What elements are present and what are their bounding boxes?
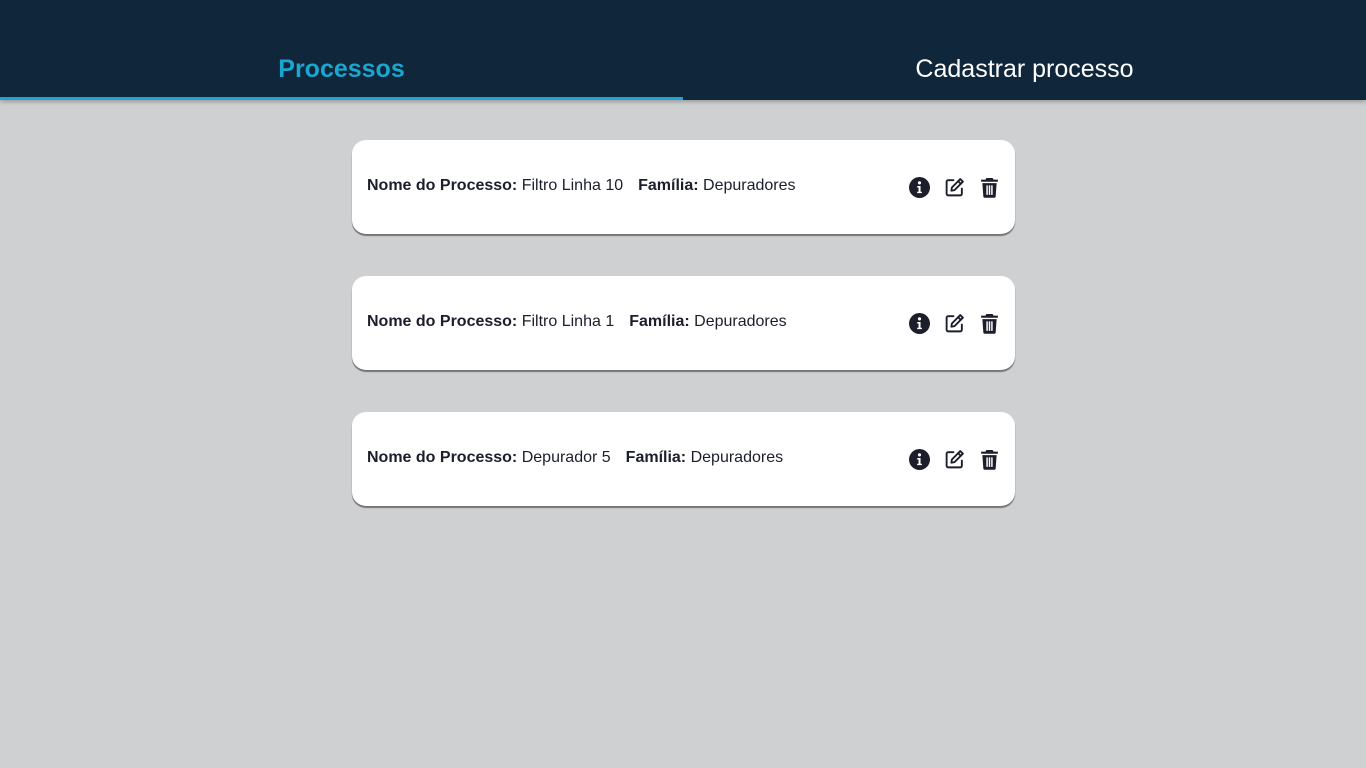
trash-icon (980, 177, 998, 198)
edit-icon (945, 313, 964, 332)
process-list: Nome do Processo: Filtro Linha 10 Família… (352, 140, 1015, 548)
info-icon (908, 312, 930, 334)
info-icon (908, 176, 930, 198)
process-name-label: Nome do Processo: (367, 449, 518, 466)
edit-button[interactable] (943, 312, 965, 334)
tab-cadastrar-processo-label: Cadastrar processo (915, 55, 1134, 83)
edit-icon (945, 177, 964, 196)
edit-button[interactable] (943, 448, 965, 470)
top-nav-bar: Processos Cadastrar processo (0, 0, 1366, 100)
family-value: Depuradores (694, 313, 787, 330)
info-button[interactable] (908, 448, 930, 470)
delete-button[interactable] (978, 176, 1000, 198)
edit-icon (945, 449, 964, 468)
process-card: Nome do Processo: Filtro Linha 1 Família:… (352, 276, 1015, 370)
info-icon (908, 448, 930, 470)
process-name-value: Filtro Linha 1 (521, 313, 615, 330)
tab-cadastrar-processo[interactable]: Cadastrar processo (683, 0, 1366, 100)
family-label: Família: (625, 449, 687, 466)
process-card: Nome do Processo: Filtro Linha 10 Família… (352, 140, 1015, 234)
trash-icon (980, 313, 998, 334)
process-card-text: Nome do Processo: Depurador 5 Família: De… (367, 449, 783, 467)
process-card: Nome do Processo: Depurador 5 Família: De… (352, 412, 1015, 506)
delete-button[interactable] (978, 312, 1000, 334)
process-actions (908, 448, 1000, 470)
family-value: Depuradores (703, 177, 796, 194)
process-actions (908, 312, 1000, 334)
delete-button[interactable] (978, 448, 1000, 470)
process-name-value: Depurador 5 (521, 449, 611, 466)
info-button[interactable] (908, 176, 930, 198)
process-card-text: Nome do Processo: Filtro Linha 1 Família:… (367, 313, 787, 331)
family-label: Família: (638, 177, 699, 194)
family-value: Depuradores (690, 449, 784, 466)
process-name-label: Nome do Processo: (367, 313, 518, 330)
family-label: Família: (629, 313, 690, 330)
trash-icon (980, 449, 998, 470)
tab-processos-label: Processos (278, 55, 405, 83)
process-name-value: Filtro Linha 10 (521, 177, 624, 194)
tab-processos[interactable]: Processos (0, 0, 683, 100)
info-button[interactable] (908, 312, 930, 334)
edit-button[interactable] (943, 176, 965, 198)
process-actions (908, 176, 1000, 198)
process-name-label: Nome do Processo: (367, 177, 518, 194)
process-card-text: Nome do Processo: Filtro Linha 10 Família… (367, 177, 796, 195)
